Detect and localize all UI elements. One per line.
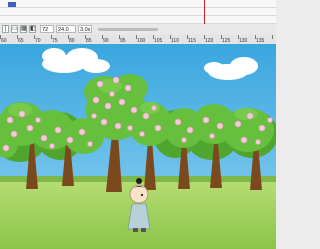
ruler-tick [34,35,35,39]
ruler-tick [102,35,103,39]
timeline-layer-row[interactable] [0,0,276,8]
character-face [129,184,149,204]
ruler-tick [221,35,222,39]
animation-stage[interactable] [0,44,276,249]
timeline-scroll-slider[interactable] [98,28,158,31]
ruler-tick [0,35,1,39]
character-foot-right [141,228,146,232]
playhead[interactable] [204,0,205,24]
ruler-tick [51,35,52,39]
ruler-tick [68,35,69,39]
character-topknot [136,178,142,184]
timeline-layer-row[interactable] [0,16,276,24]
onion-skin-icon[interactable]: | [2,25,9,33]
timeline-layer-row[interactable] [0,8,276,16]
onion-outline-icon[interactable]: ▭ [11,25,18,33]
timeline-panel [0,0,276,25]
character-robe [127,203,151,230]
stage-canvas [0,44,276,249]
frame-rate-field[interactable]: 24.0 fps [56,25,76,41]
character-eye [140,193,144,197]
ruler-tick [17,35,18,39]
ruler-tick [204,35,205,39]
onion-markers-icon[interactable]: ◧ [29,25,36,33]
ruler-tick [170,35,171,39]
character-foot-left [133,228,138,232]
ruler-tick [136,35,137,39]
ruler-tick [85,35,86,39]
ruler-tick [255,35,256,39]
elapsed-time-field[interactable]: 3.0s [78,25,92,33]
edit-multiple-icon[interactable]: ▦ [20,25,27,33]
current-frame-field[interactable]: 72 [40,25,54,33]
ruler-tick [272,35,273,39]
layer-selection-marker[interactable] [8,2,16,7]
ruler-tick [119,35,120,39]
ruler-tick [153,35,154,39]
ruler-tick [238,35,239,39]
ruler-tick [187,35,188,39]
